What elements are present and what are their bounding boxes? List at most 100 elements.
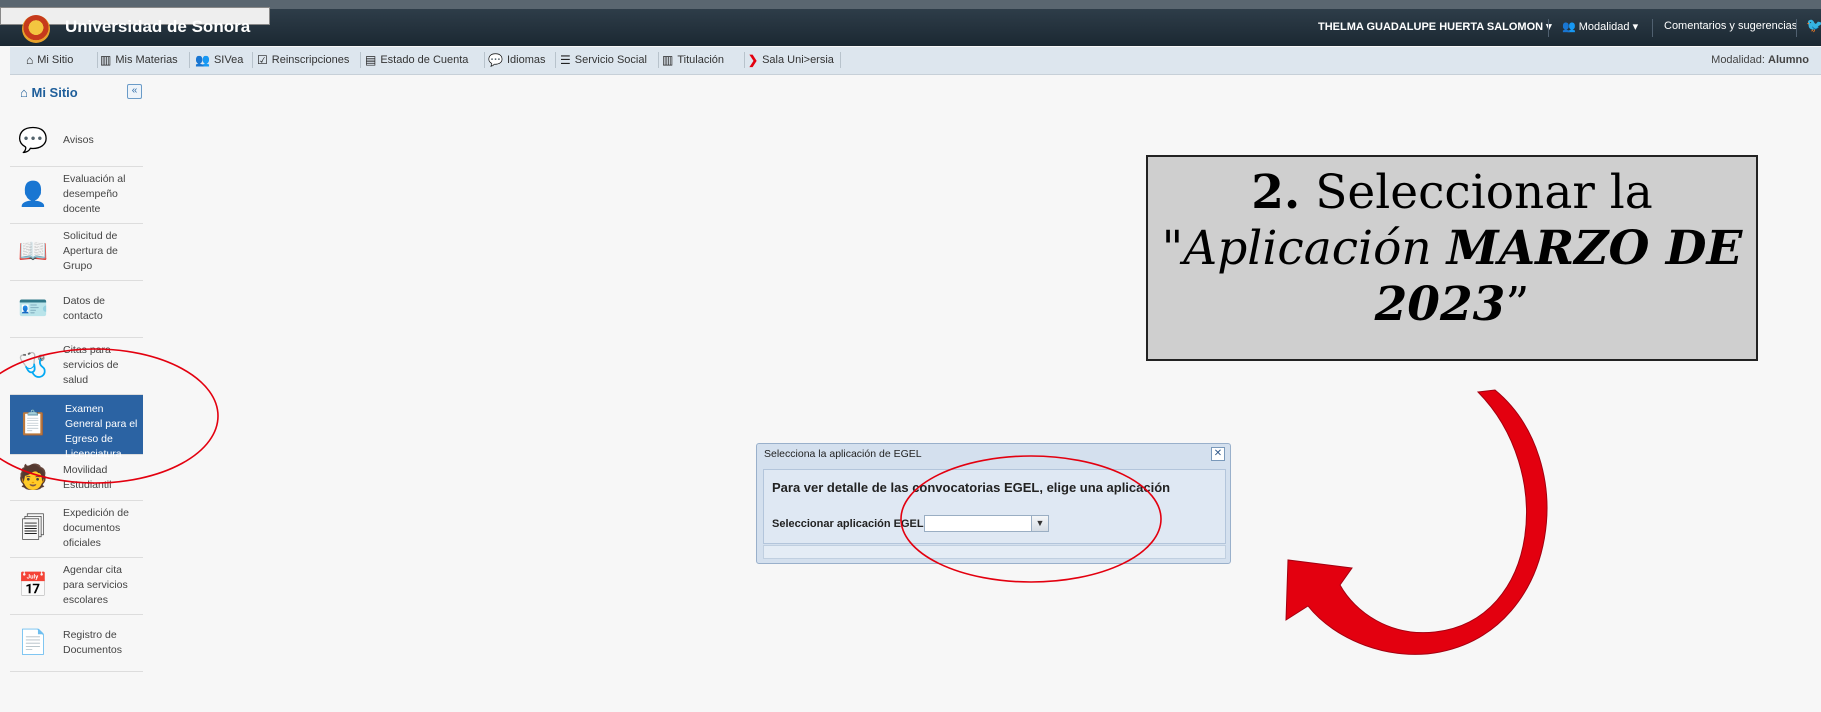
sidebar-title[interactable]: ⌂ Mi Sitio: [20, 85, 78, 100]
sidebar-item-label: Agendar cita para servicios escolares: [63, 564, 128, 606]
select-label: Seleccionar aplicación EGEL:: [772, 518, 928, 530]
dialog-title: Selecciona la aplicación de EGEL: [764, 448, 922, 460]
nav-servicio-social[interactable]: ☰ Servicio Social: [560, 53, 647, 67]
callout-step: 2.: [1251, 165, 1301, 220]
nav-divider: [189, 52, 190, 68]
chevron-down-icon[interactable]: ▼: [1031, 516, 1048, 531]
nav-reinscripciones[interactable]: ☑ Reinscripciones: [257, 53, 349, 67]
sidebar-item-label: Registro de Documentos: [63, 629, 122, 656]
egel-dialog: Selecciona la aplicación de EGEL ✕ Para …: [756, 443, 1231, 564]
sidebar-item-datos-contacto[interactable]: 🪪 Datos de contacto: [10, 281, 143, 338]
callout-italic: Aplicación: [1183, 221, 1432, 276]
callout-text: Seleccionar la: [1315, 165, 1653, 220]
instruction-callout: 2. Seleccionar la "Aplicación MARZO DE 2…: [1146, 155, 1758, 361]
modalidad-value: Alumno: [1768, 54, 1809, 66]
chat-icon: 💬: [488, 53, 503, 67]
user-name: THELMA GUADALUPE HUERTA SALOMON: [1318, 21, 1544, 33]
brand-title[interactable]: Universidad de Sonora: [65, 17, 250, 37]
egel-application-select[interactable]: ▼: [924, 515, 1049, 532]
nav-mis-materias[interactable]: ▥ Mis Materias: [100, 53, 178, 67]
close-icon[interactable]: ✕: [1211, 447, 1225, 461]
nav-idiomas[interactable]: 💬 Idiomas: [488, 53, 545, 67]
nav-divider: [658, 52, 659, 68]
home-icon: ⌂: [20, 85, 28, 100]
sidebar-item-label: Datos de contacto: [63, 295, 106, 322]
speech-bubble-icon: 💬: [18, 127, 48, 154]
nav-divider: [252, 52, 253, 68]
dialog-heading: Para ver detalle de las convocatorias EG…: [772, 480, 1171, 495]
books-icon: ▥: [100, 53, 112, 67]
modalidad-menu-label: Modalidad: [1578, 21, 1630, 33]
nav-divider: [840, 52, 841, 68]
nav-estado-de-cuenta[interactable]: ▤ Estado de Cuenta: [365, 53, 468, 67]
modalidad-indicator: Modalidad: Alumno: [1711, 54, 1809, 66]
documents-icon: 🗐: [21, 515, 45, 542]
sidebar-item-label: Avisos: [63, 134, 94, 146]
nav-mi-sitio[interactable]: ⌂ Mi Sitio: [26, 53, 73, 67]
quote-close: ”: [1505, 277, 1530, 332]
sidebar-item-label: Expedición de documentos oficiales: [63, 507, 129, 549]
user-menu[interactable]: THELMA GUADALUPE HUERTA SALOMON ▾: [1318, 20, 1552, 33]
top-header-bar: Universidad de Sonora THELMA GUADALUPE H…: [0, 0, 1821, 46]
calendar-icon: 📅: [18, 572, 48, 599]
twitter-icon[interactable]: 🐦: [1806, 17, 1821, 34]
callout-line-1: 2. Seleccionar la: [1148, 165, 1756, 221]
sidebar-item-registro-documentos[interactable]: 📄 Registro de Documentos: [10, 615, 143, 672]
modalidad-prefix: Modalidad:: [1711, 54, 1765, 66]
nav-sivea[interactable]: 👥 SIVea: [195, 53, 243, 67]
sidebar-item-citas-salud[interactable]: 🩺 Citas para servicios de salud: [10, 338, 143, 395]
sidebar-item-evaluacion-docente[interactable]: 👤 Evaluación al desempeño docente: [10, 167, 143, 224]
dialog-body: Para ver detalle de las convocatorias EG…: [763, 469, 1226, 544]
main-navigation: ⌂ Mi Sitio ▥ Mis Materias 👥 SIVea ☑ Reinscri…: [10, 47, 1821, 75]
contact-card-icon: 🪪: [18, 295, 48, 322]
dialog-footer: [763, 545, 1226, 559]
divider: [1796, 19, 1797, 37]
divider: [1548, 19, 1549, 37]
list-check-icon: ☰: [560, 53, 571, 67]
nav-label: Mis Materias: [115, 54, 178, 66]
sidebar-item-movilidad[interactable]: 🧑 Movilidad Estudiantil: [10, 455, 143, 501]
nav-label: Idiomas: [506, 54, 546, 66]
curved-arrow-icon: [1285, 389, 1548, 655]
nav-divider: [744, 52, 745, 68]
nav-divider: [360, 52, 361, 68]
sidebar-item-avisos[interactable]: 💬 Avisos: [10, 115, 143, 167]
sidebar-item-label: Movilidad Estudiantil: [63, 464, 112, 491]
sidebar-item-label: Citas para servicios de salud: [63, 344, 119, 386]
clipboard-check-icon: 📋: [18, 410, 48, 437]
sidebar: ⌂ Mi Sitio « 💬 Avisos 👤 Evaluación al de…: [10, 75, 146, 695]
books-icon: ▥: [662, 53, 674, 67]
caret-down-icon: ▾: [1632, 21, 1639, 33]
user-group-icon: 👥: [1562, 21, 1576, 33]
sidebar-item-label: Evaluación al desempeño docente: [63, 173, 126, 215]
collapse-sidebar-button[interactable]: «: [127, 84, 142, 99]
comments-link[interactable]: Comentarios y sugerencias: [1664, 20, 1797, 32]
nav-label: Mi Sitio: [37, 54, 74, 66]
nav-divider: [484, 52, 485, 68]
sidebar-item-egel[interactable]: 📋 Examen General para el Egreso de Licen…: [10, 395, 143, 460]
sidebar-item-expedicion-documentos[interactable]: 🗐 Expedición de documentos oficiales: [10, 501, 143, 558]
sidebar-item-label: Examen General para el Egreso de Licenci…: [65, 403, 138, 460]
nav-label: Estado de Cuenta: [380, 54, 469, 66]
sidebar-item-agendar-cita[interactable]: 📅 Agendar cita para servicios escolares: [10, 558, 143, 615]
university-logo-icon[interactable]: [22, 15, 50, 43]
nav-label: Sala Uni>ersia: [762, 54, 834, 66]
teacher-icon: 👤: [18, 181, 48, 208]
sidebar-item-label: Solicitud de Apertura de Grupo: [63, 230, 118, 272]
register-document-icon: 📄: [18, 629, 48, 656]
nav-label: SIVea: [213, 54, 244, 66]
doctor-icon: 🩺: [18, 352, 48, 379]
nav-label: Servicio Social: [574, 54, 647, 66]
nav-divider: [97, 52, 98, 68]
divider: [1652, 19, 1653, 37]
open-book-icon: 📖: [18, 238, 48, 265]
nav-sala-universia[interactable]: ❯ Sala Uni>ersia: [748, 53, 834, 67]
money-icon: ▤: [365, 53, 377, 67]
modalidad-menu[interactable]: 👥 Modalidad ▾: [1562, 20, 1638, 33]
users-icon: 👥: [195, 53, 210, 67]
universia-icon: ❯: [748, 53, 759, 67]
home-icon: ⌂: [26, 53, 34, 67]
nav-titulacion[interactable]: ▥ Titulación: [662, 53, 724, 67]
sidebar-item-apertura-grupo[interactable]: 📖 Solicitud de Apertura de Grupo: [10, 224, 143, 281]
nav-divider: [555, 52, 556, 68]
